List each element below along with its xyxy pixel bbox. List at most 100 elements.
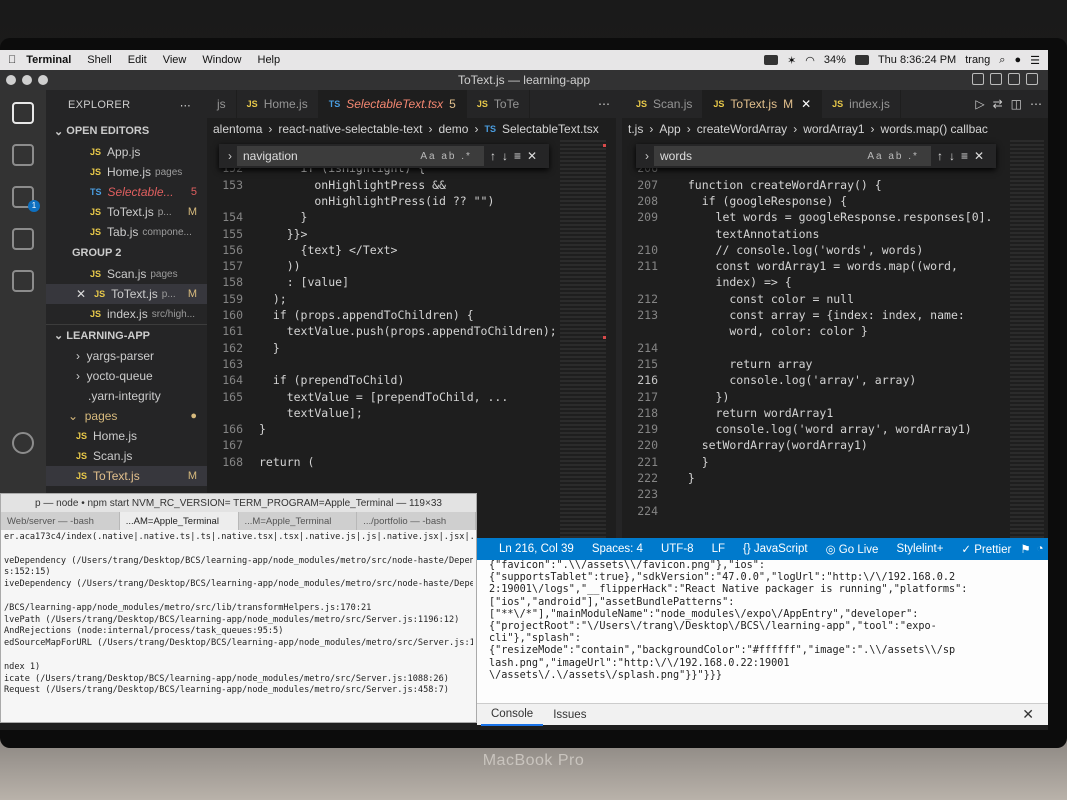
console-output[interactable]: {"favicon":".\\/assets\\/favicon.png"},"… [477,560,1048,703]
control-center-icon[interactable]: ☰ [1030,54,1040,67]
tab[interactable]: JS Home.js [237,90,319,118]
menu-view[interactable]: View [155,54,195,66]
wifi-icon[interactable]: ◠ [805,54,815,67]
tab[interactable]: JS ToTe [467,90,531,118]
breadcrumb-item[interactable]: words.map() callbac [881,122,988,136]
tree-file[interactable]: .yarn-integrity [46,386,207,406]
tree-file[interactable]: JS Scan.js [46,446,207,466]
close-icon[interactable]: ✕ [76,287,86,301]
notifications-icon[interactable]: ◔ [1037,543,1044,555]
account-icon[interactable] [12,432,34,454]
find-nav-icons[interactable]: ↑↓≡✕ [484,149,549,163]
open-editor-item[interactable]: JS Scan.js pages [46,264,207,284]
toggle-sidebar-icon[interactable] [972,73,984,85]
tab-active[interactable]: TS SelectableText.tsx 5 [318,90,467,118]
more-actions-icon[interactable]: ⋯ [1030,97,1042,111]
toggle-replace-icon[interactable]: › [223,149,237,163]
tab[interactable]: JS Scan.js [622,90,704,118]
bluetooth-icon[interactable]: ✶ [787,54,796,67]
menu-edit[interactable]: Edit [120,54,155,66]
terminal-output[interactable]: er.aca173c4/index(.native|.native.ts|.ts… [1,530,476,699]
minimap[interactable] [1010,140,1044,538]
toggle-secondary-sidebar-icon[interactable] [1008,73,1020,85]
close-icon[interactable]: ✕ [1022,706,1048,723]
console-tab[interactable]: Console [481,704,544,726]
open-editor-item[interactable]: JS index.js src/high... [46,304,207,324]
breadcrumb-item[interactable]: createWordArray [697,122,787,136]
terminal-tab[interactable]: ...M=Apple_Terminal [239,512,358,530]
feedback-icon[interactable]: ⚑ [1020,542,1030,556]
more-actions-icon[interactable]: ⋯ [598,97,610,111]
terminal-tab[interactable]: .../portfolio — -bash [357,512,476,530]
open-editor-item[interactable]: JS App.js [46,142,207,162]
tree-file[interactable]: JS Home.js [46,426,207,446]
close-icon[interactable]: ✕ [801,97,811,111]
group2-header[interactable]: GROUP 2 [46,242,207,264]
breadcrumb-item[interactable]: react-native-selectable-text [278,122,422,136]
minimize-window-button[interactable] [22,75,32,85]
find-input[interactable]: words Aa ab .* [654,146,931,166]
breadcrumb-item[interactable]: alentoma [213,122,262,136]
toggle-panel-icon[interactable] [990,73,1002,85]
open-editor-item[interactable]: TS Selectable... 5 [46,182,207,202]
line-ending[interactable]: LF [703,543,734,555]
tree-folder[interactable]: › yocto-queue [46,366,207,386]
tree-folder-pages[interactable]: ⌄ pages ● [46,406,207,426]
breadcrumb-item[interactable]: wordArray1 [803,122,864,136]
more-actions-icon[interactable]: ⋯ [180,99,207,112]
go-live-button[interactable]: ◎ Go Live [817,542,888,556]
user-name[interactable]: trang [965,54,990,66]
open-changes-icon[interactable]: ⇄ [993,97,1003,111]
apple-icon[interactable]:  [0,54,24,66]
open-editor-item[interactable]: JS ToText.js p... M [46,202,207,222]
find-options[interactable]: Aa ab .* [867,151,925,162]
breadcrumb-item[interactable]: t.js [628,122,643,136]
siri-icon[interactable]: ● [1014,54,1021,66]
search-icon[interactable]: ⌕ [999,54,1005,67]
tree-file-active[interactable]: JS ToText.js M [46,466,207,486]
open-editors-section[interactable]: ⌄ OPEN EDITORS [46,120,207,142]
zoom-window-button[interactable] [38,75,48,85]
toggle-replace-icon[interactable]: › [640,149,654,163]
tree-folder[interactable]: › yargs-parser [46,346,207,366]
open-editor-item[interactable]: JS Tab.js compone... [46,222,207,242]
menu-help[interactable]: Help [250,54,289,66]
clock[interactable]: Thu 8:36:24 PM [878,54,956,66]
battery-percent[interactable]: 34% [824,54,846,66]
battery-icon[interactable] [854,55,869,65]
stylelint-status[interactable]: Stylelint+ [887,543,952,555]
terminal-tab[interactable]: Web/server — -bash [1,512,120,530]
find-nav-icons[interactable]: ↑↓≡✕ [931,149,996,163]
issues-tab[interactable]: Issues [543,704,596,726]
tab[interactable]: js [207,90,237,118]
encoding[interactable]: UTF-8 [652,543,703,555]
explorer-icon[interactable] [12,102,34,124]
project-section[interactable]: ⌄ LEARNING-APP [46,324,207,346]
run-debug-icon[interactable] [12,228,34,250]
minimap[interactable] [560,140,606,538]
tab[interactable]: JS index.js [822,90,901,118]
run-icon[interactable]: ▷ [975,97,984,111]
prettier-status[interactable]: ✓ Prettier [952,542,1020,556]
open-editor-item[interactable]: JS Home.js pages [46,162,207,182]
find-options[interactable]: Aa ab .* [420,151,478,162]
close-window-button[interactable] [6,75,16,85]
breadcrumb-item[interactable]: App [659,122,680,136]
cursor-position[interactable]: Ln 216, Col 39 [477,543,583,555]
split-editor-icon[interactable]: ◫ [1011,97,1022,111]
breadcrumb-item[interactable]: SelectableText.tsx [502,122,599,136]
terminal-tab-active[interactable]: ...AM=Apple_Terminal [119,512,239,530]
extensions-icon[interactable] [12,270,34,292]
tab-active[interactable]: JS ToText.js M ✕ [703,90,823,118]
dropbox-icon[interactable] [764,55,779,65]
source-control-icon[interactable]: 1 [12,186,40,212]
menu-app-name[interactable]: Terminal [24,54,79,66]
customize-layout-icon[interactable] [1026,73,1038,85]
search-view-icon[interactable] [12,144,34,166]
menu-shell[interactable]: Shell [79,54,119,66]
menu-window[interactable]: Window [194,54,249,66]
find-input[interactable]: navigation Aa ab .* [237,146,484,166]
breadcrumb-item[interactable]: demo [438,122,468,136]
open-editor-item-active[interactable]: ✕ JS ToText.js p... M [46,284,207,304]
indentation[interactable]: Spaces: 4 [583,543,652,555]
